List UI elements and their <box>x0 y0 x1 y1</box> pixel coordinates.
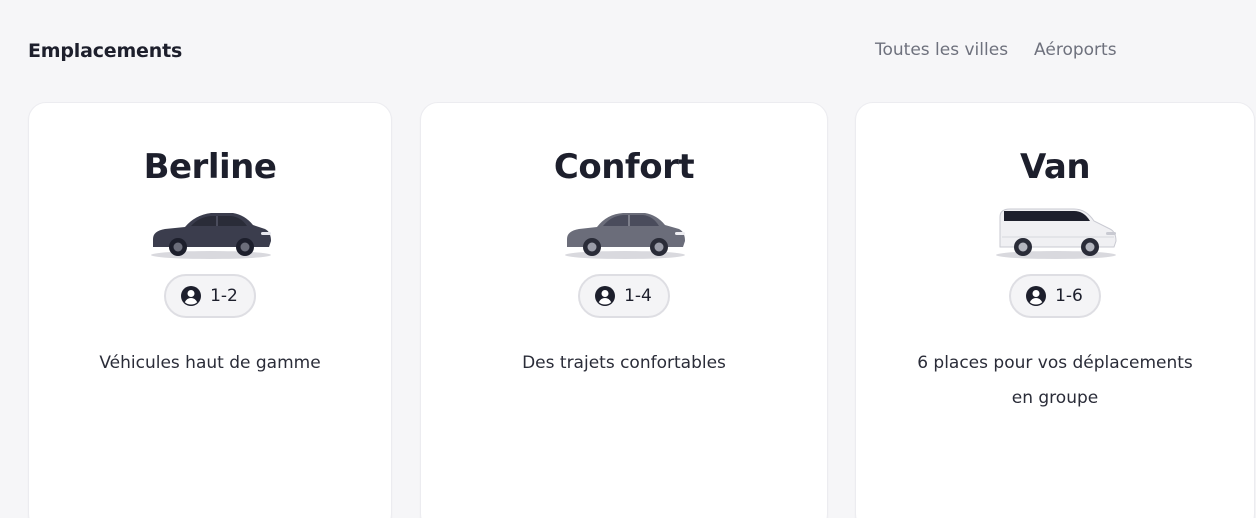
passenger-icon <box>1026 286 1047 306</box>
header-title: Emplacements <box>28 40 183 62</box>
card-description: Véhicules haut de gamme <box>99 353 321 373</box>
header-links: Toutes les villes Aéroports <box>875 40 1117 60</box>
capacity-badge: 1-2 <box>164 274 256 318</box>
capacity-label: 1-6 <box>1055 286 1083 306</box>
vehicle-card-berline[interactable]: Berline 1-2 Véhicules haut de gamme <box>28 102 392 518</box>
card-title: Van <box>1019 147 1091 187</box>
sedan-car-icon <box>151 213 271 259</box>
capacity-label: 1-4 <box>624 286 652 306</box>
card-description: Des trajets confortables <box>522 353 726 373</box>
capacity-badge: 1-4 <box>578 274 670 318</box>
van-icon <box>996 208 1117 259</box>
vehicle-card-confort[interactable]: Confort 1-4 Des trajets confortables <box>420 102 828 518</box>
locations-header: Emplacements Toutes les villes Aéroports <box>0 0 1256 104</box>
comfort-car-icon <box>565 213 685 259</box>
capacity-label: 1-2 <box>210 286 238 306</box>
link-airports[interactable]: Aéroports <box>1034 40 1117 60</box>
capacity-badge: 1-6 <box>1009 274 1101 318</box>
link-all-cities[interactable]: Toutes les villes <box>875 40 1008 60</box>
passenger-icon <box>181 286 202 306</box>
card-title: Berline <box>143 147 277 187</box>
page: Emplacements Toutes les villes Aéroports… <box>0 0 1256 518</box>
card-description: 6 places pour vos déplacements en groupe <box>917 353 1193 408</box>
card-title: Confort <box>553 147 695 187</box>
vehicle-card-van[interactable]: Van 1-6 6 places pour vos déplacements e… <box>855 102 1255 518</box>
passenger-icon <box>595 286 616 306</box>
